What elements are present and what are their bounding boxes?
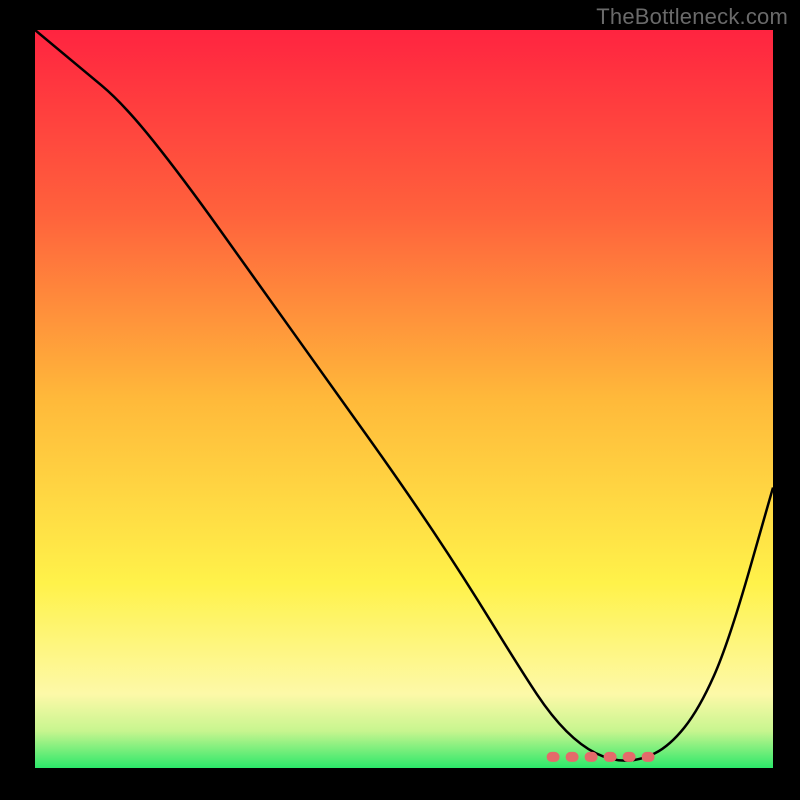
gradient-background (35, 30, 773, 768)
watermark-text: TheBottleneck.com (596, 4, 788, 30)
chart-container: TheBottleneck.com (0, 0, 800, 800)
bottleneck-chart (35, 30, 773, 768)
